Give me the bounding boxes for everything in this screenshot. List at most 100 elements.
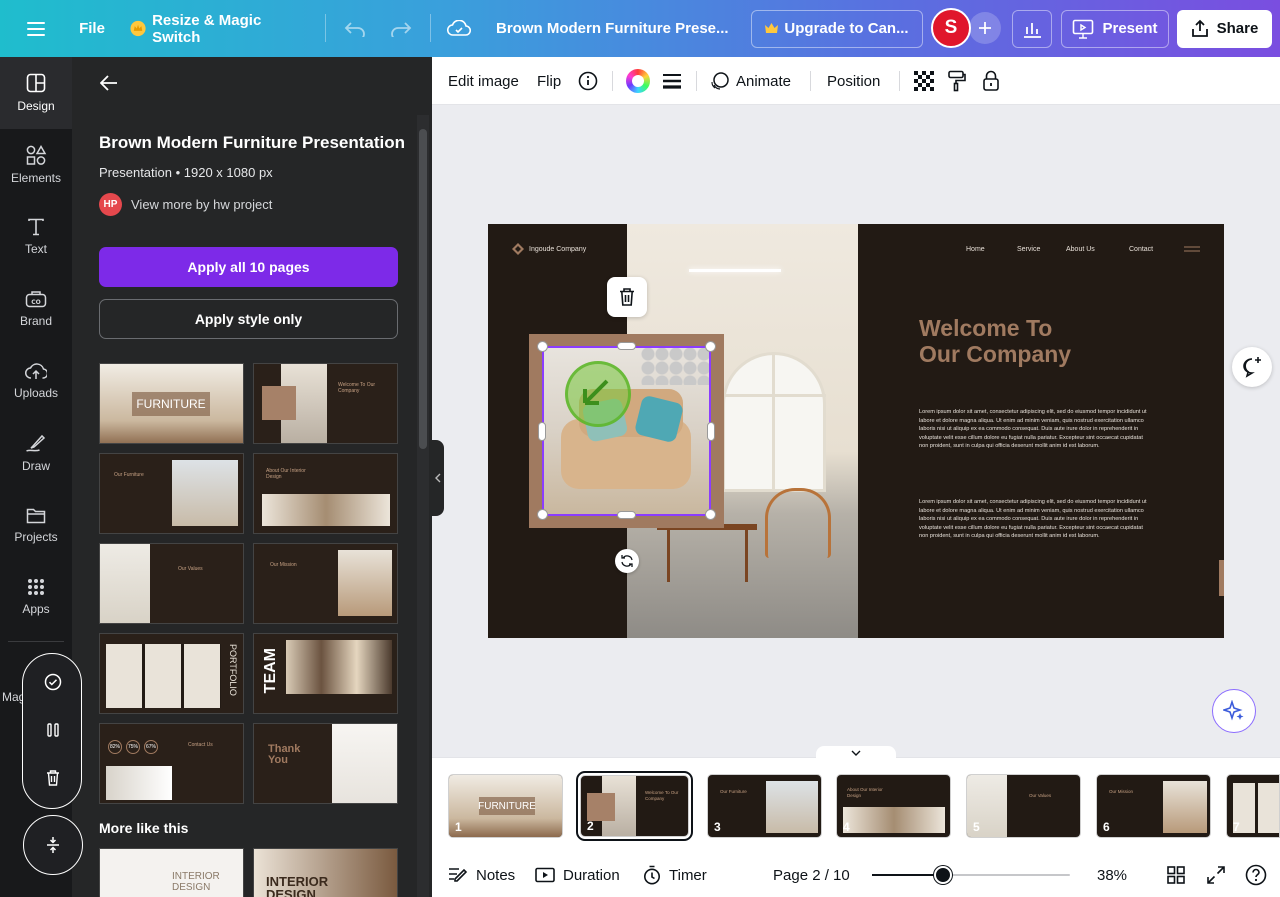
resize-handle-tr[interactable] — [705, 341, 716, 352]
cloud-save-button[interactable] — [444, 10, 474, 48]
panel-scroll-thumb[interactable] — [419, 129, 427, 449]
main-menu-button[interactable] — [20, 10, 52, 48]
template-page-4[interactable]: About Our Interior Design — [253, 453, 398, 534]
color-button[interactable] — [626, 57, 650, 105]
border-style-button[interactable] — [662, 57, 682, 105]
position-button[interactable]: Position — [827, 57, 880, 105]
resize-handle-right[interactable] — [707, 422, 715, 441]
fullscreen-button[interactable] — [1207, 853, 1225, 897]
user-avatar[interactable]: S — [931, 8, 971, 48]
rail-item-elements[interactable]: Elements — [0, 129, 72, 201]
timer-label: Timer — [669, 866, 707, 884]
file-menu-button[interactable]: File — [70, 10, 114, 48]
resize-handle-tl[interactable] — [537, 341, 548, 352]
rail-item-projects[interactable]: Projects — [0, 489, 72, 561]
zoom-slider-thumb[interactable] — [934, 866, 953, 884]
page-thumbnail-5[interactable]: Our Values 5 — [966, 774, 1081, 838]
flip-button[interactable]: Flip — [537, 57, 561, 105]
document-title[interactable]: Brown Modern Furniture Prese... — [496, 10, 732, 48]
template-page-10[interactable]: Thank You — [253, 723, 398, 804]
thumbnail-caption: Welcome To Our Company — [645, 790, 679, 801]
compress-button[interactable] — [23, 815, 83, 875]
more-template-1[interactable]: INTERIOR DESIGN — [99, 848, 244, 897]
animate-button[interactable]: Animate — [710, 57, 791, 105]
page-thumbnail-6[interactable]: Our Mission 6 — [1096, 774, 1211, 838]
undo-icon — [344, 21, 365, 37]
more-template-2[interactable]: INTERIOR DESIGN — [253, 848, 398, 897]
uploads-icon — [25, 363, 47, 379]
present-button[interactable]: Present — [1061, 9, 1169, 48]
rotate-handle[interactable] — [615, 549, 639, 573]
slide-paragraph-1[interactable]: Lorem ipsum dolor sit amet, consectetur … — [919, 408, 1149, 451]
template-page-2[interactable]: Welcome To Our Company — [253, 363, 398, 444]
brand-logo-icon — [512, 243, 524, 255]
pause-button[interactable] — [40, 717, 66, 743]
transparency-button[interactable] — [913, 57, 935, 105]
copy-style-button[interactable] — [947, 57, 967, 105]
add-comment-button[interactable] — [1232, 347, 1272, 387]
paint-roller-icon — [948, 70, 966, 92]
collapse-panel-button[interactable] — [432, 440, 444, 516]
apply-style-only-button[interactable]: Apply style only — [99, 299, 398, 339]
resize-handle-top[interactable] — [617, 342, 636, 350]
add-collaborator-button[interactable] — [969, 12, 1001, 44]
page-thumbnail-3[interactable]: Our Furniture 3 — [707, 774, 822, 838]
template-page-6[interactable]: Our Mission — [253, 543, 398, 624]
slide-paragraph-2[interactable]: Lorem ipsum dolor sit amet, consectetur … — [919, 498, 1149, 541]
undo-button[interactable] — [340, 10, 370, 48]
upgrade-button[interactable]: Upgrade to Can... — [751, 9, 923, 48]
rotate-icon — [621, 555, 633, 567]
grid-view-button[interactable] — [1167, 853, 1185, 897]
rail-item-text[interactable]: Text — [0, 201, 72, 273]
resize-button[interactable]: Resize & Magic Switch — [130, 10, 305, 48]
rail-item-apps[interactable]: Apps — [0, 561, 72, 633]
zoom-level-button[interactable]: 38% — [1097, 853, 1127, 897]
notes-button[interactable]: Notes — [448, 853, 515, 897]
resize-handle-br[interactable] — [705, 509, 716, 520]
duration-button[interactable]: Duration — [535, 853, 620, 897]
delete-element-button[interactable] — [607, 277, 647, 317]
rail-item-draw[interactable]: Draw — [0, 417, 72, 489]
resize-handle-left[interactable] — [538, 422, 546, 441]
template-page-8[interactable]: TEAM — [253, 633, 398, 714]
filmstrip-toggle-button[interactable] — [816, 746, 896, 760]
rail-item-brand[interactable]: CO Brand — [0, 273, 72, 345]
template-page-5[interactable]: Our Values — [99, 543, 244, 624]
template-page-1[interactable]: FURNITURE — [99, 363, 244, 444]
page-thumbnail-2[interactable]: Welcome To Our Company 2 — [576, 771, 693, 841]
discard-button[interactable] — [40, 765, 66, 791]
insights-button[interactable] — [1012, 9, 1052, 48]
resize-handle-bl[interactable] — [537, 509, 548, 520]
slide-menu-icon — [1184, 246, 1200, 252]
share-button[interactable]: Share — [1177, 9, 1272, 48]
rail-item-uploads[interactable]: Uploads — [0, 345, 72, 417]
slide-nav-about: About Us — [1066, 246, 1095, 253]
page-thumbnail-4[interactable]: About Our Interior Design 4 — [836, 774, 951, 838]
edit-image-button[interactable]: Edit image — [448, 57, 519, 105]
timer-button[interactable]: Timer — [643, 853, 707, 897]
panel-scrollbar[interactable] — [417, 115, 429, 897]
magic-assistant-button[interactable] — [1212, 689, 1256, 733]
info-button[interactable] — [578, 57, 598, 105]
template-page-9[interactable]: 82% 75% 67% Contact Us — [99, 723, 244, 804]
grid-view-icon — [1167, 866, 1185, 884]
resize-handle-bottom[interactable] — [617, 511, 636, 519]
help-button[interactable] — [1245, 853, 1267, 897]
slide-heading[interactable]: Welcome To Our Company — [919, 315, 1139, 367]
lock-button[interactable] — [982, 57, 1000, 105]
apply-all-pages-button[interactable]: Apply all 10 pages — [99, 247, 398, 287]
template-caption: Our Furniture — [114, 472, 144, 478]
template-page-7[interactable]: PORTFOLIO — [99, 633, 244, 714]
page-indicator[interactable]: Page 2 / 10 — [773, 853, 850, 897]
page-thumbnail-7[interactable]: 7 — [1226, 774, 1280, 838]
redo-button[interactable] — [386, 10, 416, 48]
back-button[interactable] — [100, 75, 124, 99]
template-page-3[interactable]: Our Furniture — [99, 453, 244, 534]
bottom-bar: Notes Duration Timer Page 2 / 10 38% — [432, 853, 1280, 897]
done-button[interactable] — [40, 669, 66, 695]
page-filmstrip: FURNITURE 1 Welcome To Our Company 2 Our… — [432, 757, 1280, 853]
page-thumbnail-1[interactable]: FURNITURE 1 — [448, 774, 563, 838]
zoom-slider[interactable] — [872, 866, 1070, 884]
author-link[interactable]: HP View more by hw project — [99, 193, 272, 216]
rail-item-design[interactable]: Design — [0, 57, 72, 129]
